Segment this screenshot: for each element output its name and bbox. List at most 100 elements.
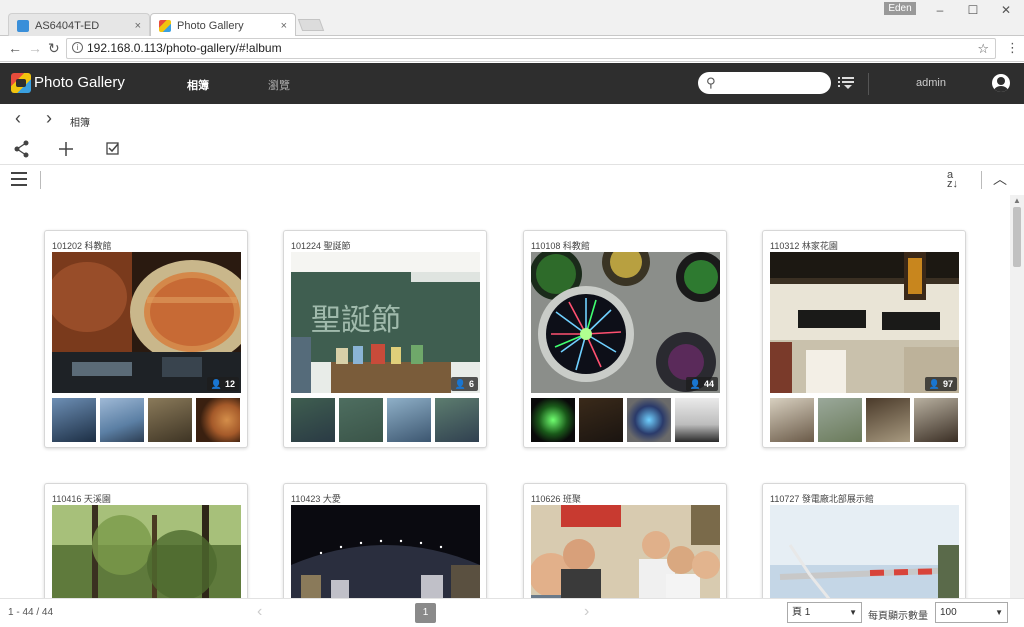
thumbnail[interactable] bbox=[531, 398, 575, 442]
star-icon[interactable]: ☆ bbox=[977, 39, 989, 58]
browser-address-bar: ← → ↻ i 192.168.0.113/photo-gallery/#!al… bbox=[0, 36, 1024, 62]
page-select[interactable]: 頁 1 ▼ bbox=[787, 602, 862, 623]
scroll-up-icon[interactable]: ▲ bbox=[1013, 196, 1021, 205]
item-range: 1 - 44 / 44 bbox=[8, 607, 54, 618]
per-page-select[interactable]: 100 ▼ bbox=[935, 602, 1008, 623]
maximize-icon[interactable]: ☐ bbox=[963, 3, 983, 17]
album-card[interactable]: 110312 林家花園 👤 97 bbox=[762, 230, 966, 448]
thumbnail[interactable] bbox=[100, 398, 144, 442]
album-card[interactable]: 110727 發電廠北部展示館 bbox=[762, 483, 966, 598]
next-page-icon[interactable]: › bbox=[584, 603, 589, 621]
add-icon[interactable] bbox=[56, 139, 76, 159]
thumbnail[interactable] bbox=[914, 398, 958, 442]
per-page-value: 100 bbox=[940, 607, 957, 618]
album-cover-image[interactable]: 👤 44 bbox=[531, 252, 720, 393]
album-card[interactable]: 110108 科教館 👤 44 bbox=[523, 230, 727, 448]
info-icon[interactable]: i bbox=[72, 42, 83, 53]
album-cover-image[interactable] bbox=[531, 505, 720, 598]
prev-page-icon[interactable]: ‹ bbox=[257, 603, 262, 621]
thumbnail[interactable] bbox=[291, 398, 335, 442]
album-card[interactable]: 101202 科教館 👤 12 bbox=[44, 230, 248, 448]
thumbnail[interactable] bbox=[866, 398, 910, 442]
person-icon: 👤 bbox=[928, 379, 940, 389]
avatar-icon[interactable] bbox=[992, 74, 1010, 92]
photo-count-badge: 👤 97 bbox=[924, 377, 957, 391]
thumbnail[interactable] bbox=[196, 398, 240, 442]
album-title: 110626 班聚 bbox=[531, 494, 581, 504]
new-tab-button[interactable] bbox=[297, 19, 325, 31]
thumbnail[interactable] bbox=[627, 398, 671, 442]
browser-tab-photo-gallery[interactable]: Photo Gallery × bbox=[150, 13, 296, 37]
album-card[interactable]: 101224 聖誕節 聖誕節 👤 6 bbox=[283, 230, 487, 448]
close-tab-icon[interactable]: × bbox=[135, 14, 141, 38]
photo-count: 12 bbox=[224, 379, 235, 389]
thumbnail[interactable] bbox=[818, 398, 862, 442]
thumbnail[interactable] bbox=[675, 398, 719, 442]
select-icon[interactable] bbox=[103, 139, 123, 159]
album-cover-image[interactable] bbox=[770, 505, 959, 598]
album-title: 110423 大愛 bbox=[291, 494, 341, 504]
thumbnail[interactable] bbox=[770, 398, 814, 442]
thumbnail[interactable] bbox=[52, 398, 96, 442]
page-select-value: 頁 1 bbox=[792, 607, 811, 618]
close-tab-icon[interactable]: × bbox=[281, 14, 287, 38]
album-thumbnails bbox=[52, 398, 241, 442]
per-page-label: 每頁顯示數量 bbox=[868, 611, 928, 622]
vertical-scrollbar[interactable]: ▲ bbox=[1010, 195, 1024, 598]
thumbnail[interactable] bbox=[148, 398, 192, 442]
thumbnail[interactable] bbox=[579, 398, 623, 442]
album-cover-image[interactable]: 👤 97 bbox=[770, 252, 959, 393]
page-number-button[interactable]: 1 bbox=[415, 603, 436, 623]
forward-chevron-icon[interactable]: › bbox=[46, 108, 52, 129]
album-thumbnails bbox=[531, 398, 720, 442]
forward-icon[interactable]: → bbox=[28, 40, 42, 56]
thumbnail[interactable] bbox=[387, 398, 431, 442]
album-card[interactable]: 110626 班聚 bbox=[523, 483, 727, 598]
tab-title: AS6404T-ED bbox=[35, 20, 100, 32]
album-card[interactable]: 110416 天溪園 bbox=[44, 483, 248, 598]
browser-tab-nas[interactable]: AS6404T-ED × bbox=[8, 13, 150, 37]
scrollbar-thumb[interactable] bbox=[1013, 207, 1021, 267]
pagination-footer: 1 - 44 / 44 ‹ 1 › 頁 1 ▼ 每頁顯示數量 100 ▼ bbox=[0, 598, 1024, 627]
toolbar-divider bbox=[40, 171, 41, 189]
app-title: Photo Gallery bbox=[34, 74, 125, 91]
photo-count-badge: 👤 12 bbox=[206, 377, 239, 391]
breadcrumb[interactable]: 相簿 bbox=[70, 114, 90, 129]
photo-gallery-logo-icon bbox=[11, 73, 31, 93]
collapse-chevron-up-icon[interactable]: ︿ bbox=[993, 169, 1007, 189]
reload-icon[interactable]: ↻ bbox=[48, 40, 60, 57]
thumbnail[interactable] bbox=[435, 398, 479, 442]
album-cover-image[interactable]: 聖誕節 👤 6 bbox=[291, 252, 480, 393]
back-chevron-icon[interactable]: ‹ bbox=[15, 108, 21, 129]
header-divider bbox=[868, 73, 869, 95]
filter-list-icon[interactable] bbox=[838, 76, 854, 90]
album-grid: 101202 科教館 👤 12 101224 聖誕節 聖誕節 👤 6 11010… bbox=[0, 195, 1024, 598]
hamburger-menu-icon[interactable] bbox=[11, 172, 27, 186]
menu-dots-icon[interactable]: ⋮ bbox=[1006, 40, 1019, 56]
user-name[interactable]: admin bbox=[916, 77, 946, 89]
tab-title: Photo Gallery bbox=[177, 20, 244, 32]
sort-az-icon[interactable]: a z↓ bbox=[947, 170, 958, 190]
search-input[interactable]: ⚲ bbox=[698, 72, 831, 94]
url-input[interactable]: i 192.168.0.113/photo-gallery/#!album ☆ bbox=[66, 38, 996, 59]
minimize-icon[interactable]: – bbox=[930, 3, 950, 17]
browser-user-badge[interactable]: Eden bbox=[884, 2, 916, 15]
person-icon: 👤 bbox=[689, 379, 701, 389]
window-close-icon[interactable]: ✕ bbox=[996, 3, 1016, 17]
nav-albums[interactable]: 相簿 bbox=[187, 77, 209, 93]
thumbnail[interactable] bbox=[339, 398, 383, 442]
share-icon[interactable] bbox=[12, 139, 32, 159]
nav-browse[interactable]: 瀏覽 bbox=[268, 77, 290, 93]
album-title: 110727 發電廠北部展示館 bbox=[770, 494, 874, 504]
album-cover-image[interactable] bbox=[291, 505, 480, 598]
album-card[interactable]: 110423 大愛 bbox=[283, 483, 487, 598]
svg-text:聖誕節: 聖誕節 bbox=[311, 303, 401, 338]
album-cover-image[interactable]: 👤 12 bbox=[52, 252, 241, 393]
photo-count: 6 bbox=[468, 379, 474, 389]
album-title: 110416 天溪園 bbox=[52, 494, 111, 504]
app-header: Photo Gallery 相簿 瀏覽 ⚲ admin bbox=[0, 63, 1024, 104]
album-cover-image[interactable] bbox=[52, 505, 241, 598]
url-text: 192.168.0.113/photo-gallery/#!album bbox=[87, 41, 282, 55]
chevron-down-icon: ▼ bbox=[849, 608, 857, 617]
back-icon[interactable]: ← bbox=[8, 40, 22, 56]
